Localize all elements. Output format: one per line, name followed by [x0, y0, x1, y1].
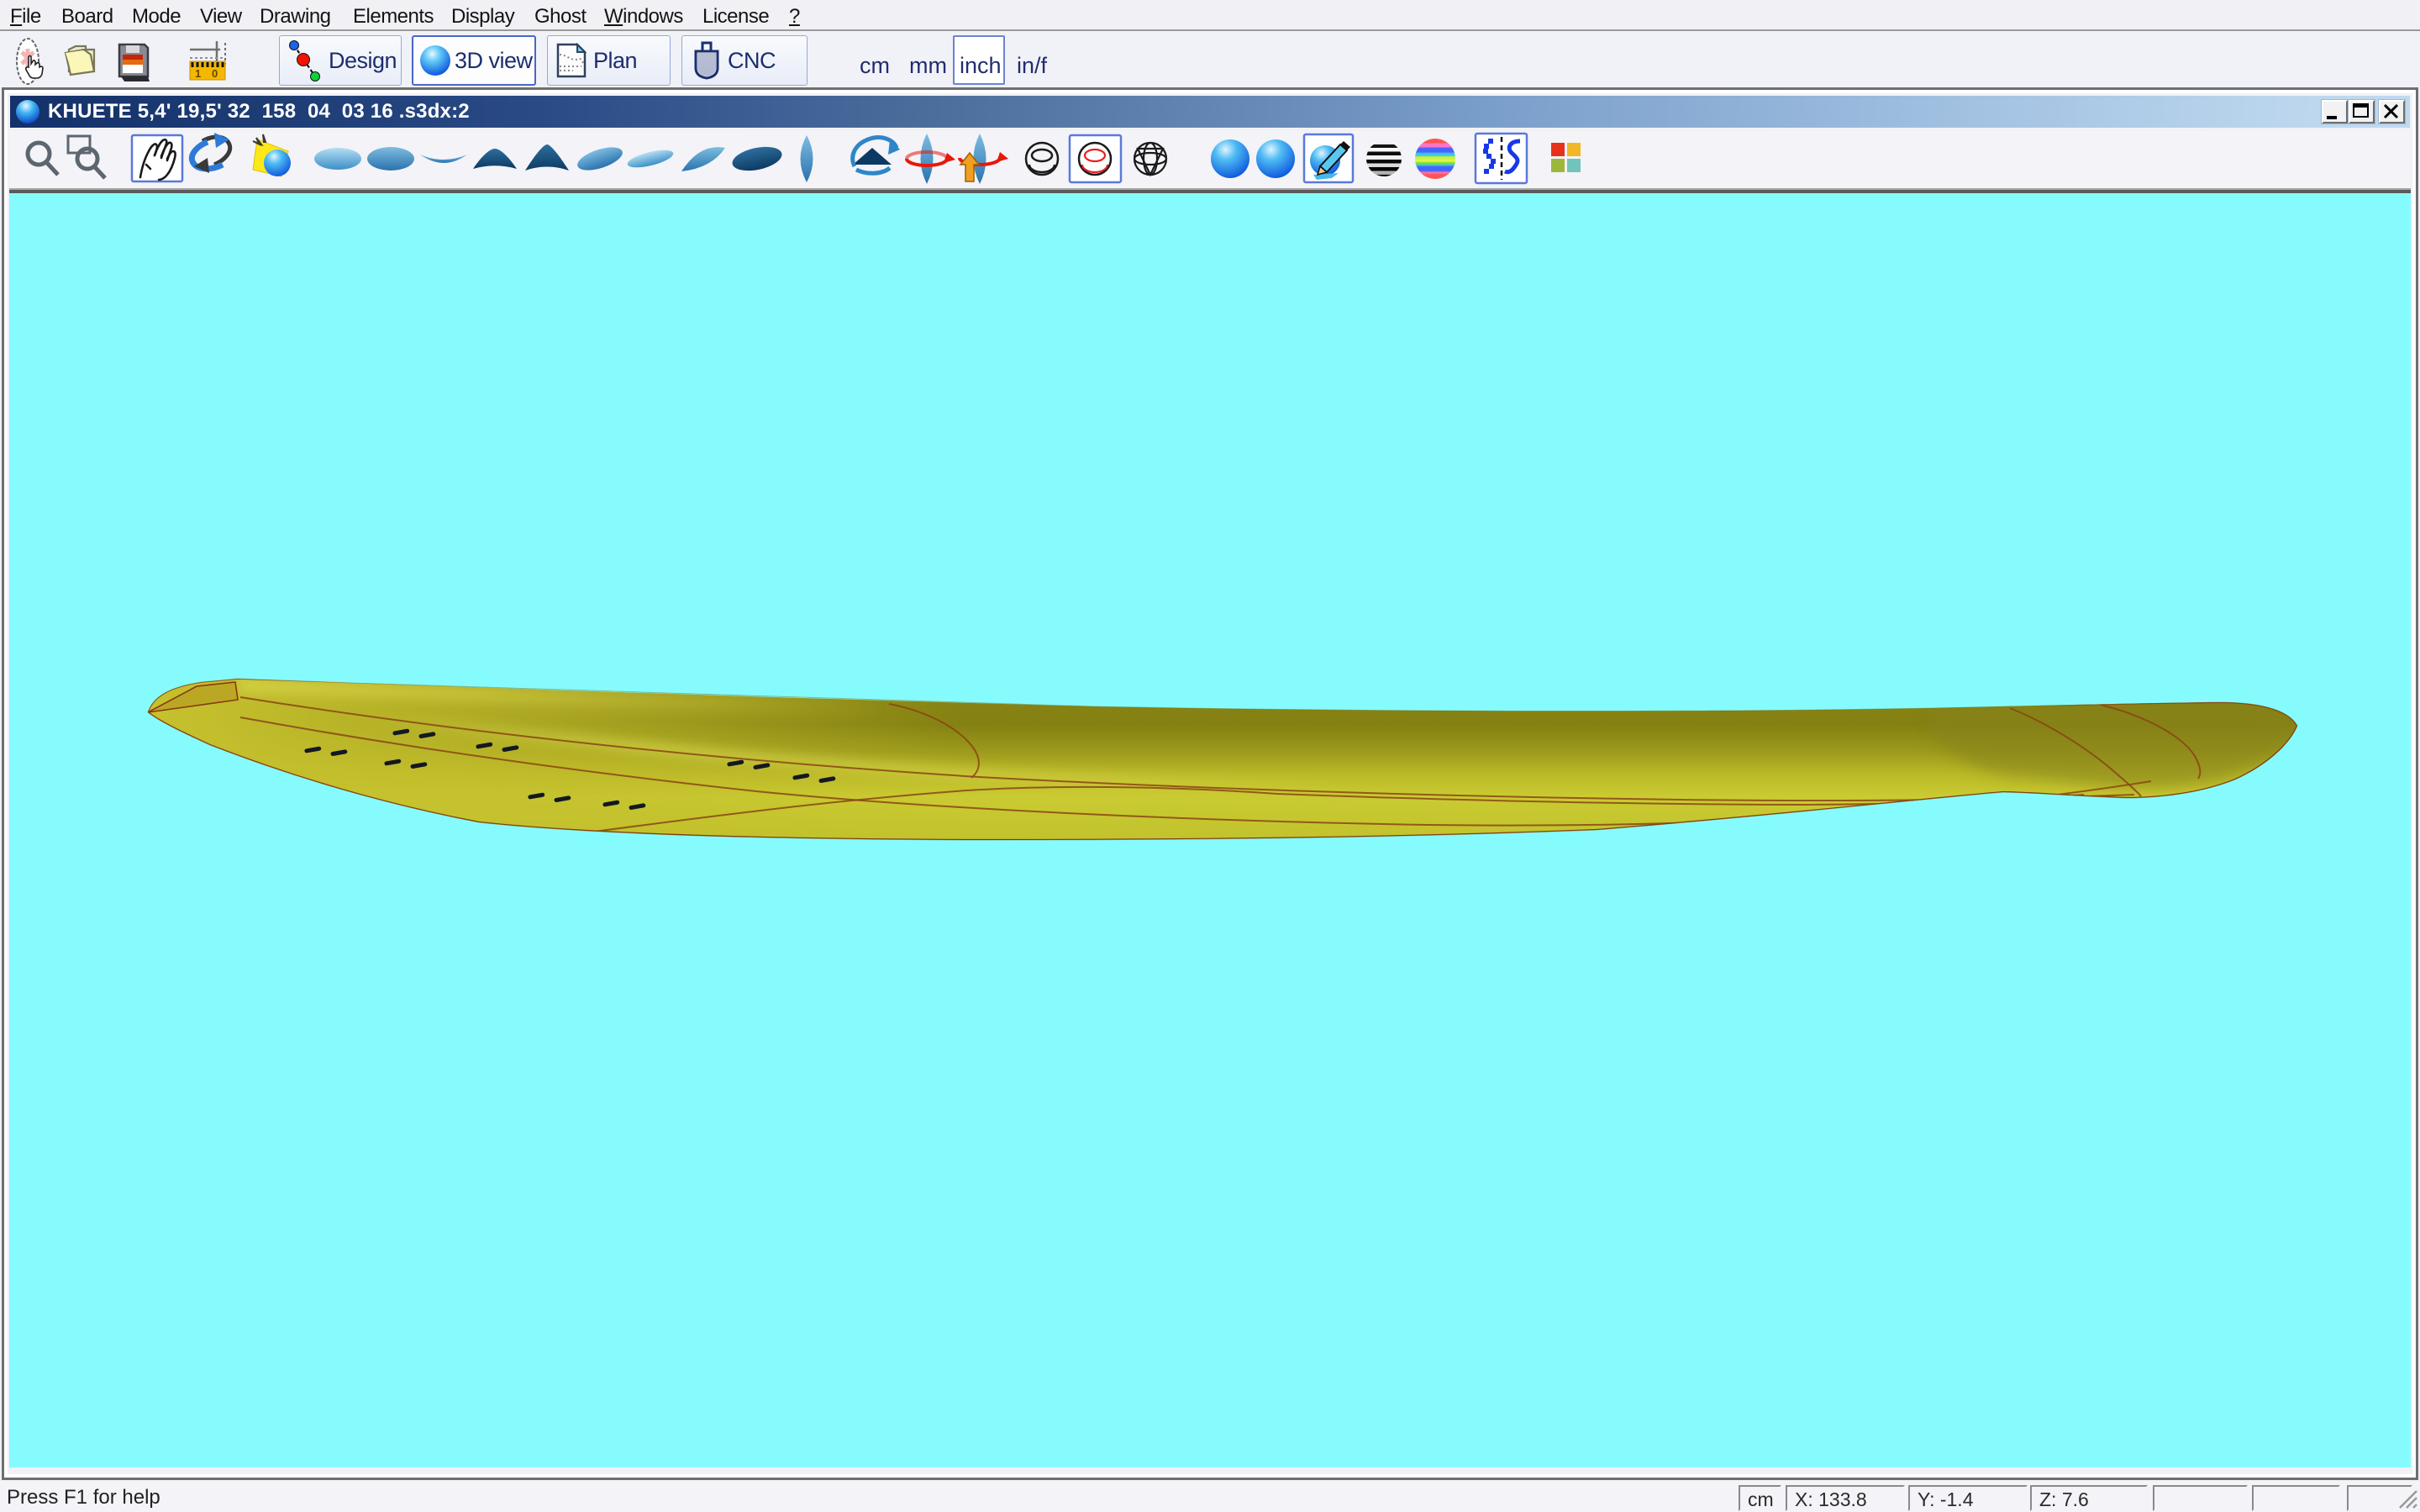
- svg-text:1: 1: [195, 67, 201, 80]
- svg-text:0: 0: [212, 67, 218, 80]
